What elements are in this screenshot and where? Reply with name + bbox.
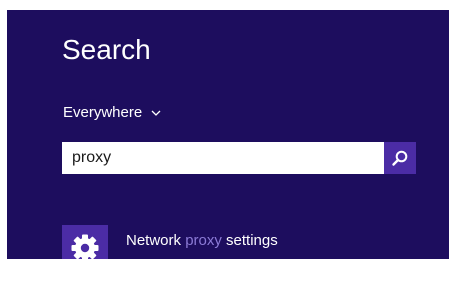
chevron-down-icon [151, 110, 161, 116]
result-tile [62, 225, 108, 259]
result-label-before: Network [126, 232, 186, 249]
search-title: Search [62, 34, 151, 65]
search-input[interactable] [62, 142, 384, 174]
search-pane: Search Everywhere proxy Network proxy se… [7, 10, 449, 259]
result-label-highlight: proxy [185, 232, 222, 249]
result-label-after: settings [221, 232, 278, 249]
scope-label: Everywhere [63, 104, 143, 121]
result-label: Network proxy settings [126, 231, 278, 251]
gear-icon [71, 234, 99, 259]
search-button[interactable] [384, 142, 416, 174]
search-icon [392, 150, 408, 166]
search-result-network-proxy-settings[interactable]: Network proxy settings [62, 225, 442, 259]
search-box [62, 142, 416, 174]
scope-dropdown[interactable]: Everywhere [63, 102, 161, 124]
